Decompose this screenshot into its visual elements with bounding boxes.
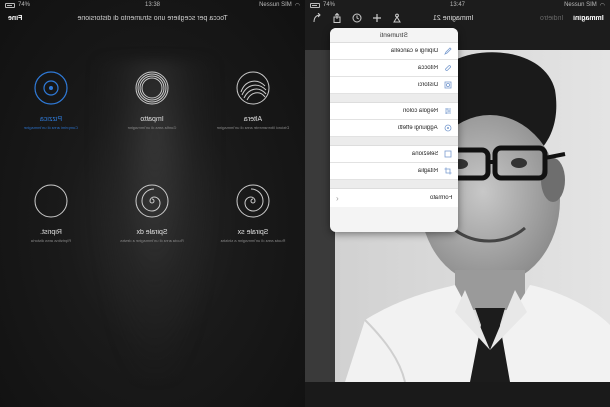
add-icon[interactable]	[371, 12, 383, 24]
bandage-icon	[444, 64, 452, 72]
tool-desc: Ripristina area distorta	[30, 238, 72, 243]
done-button[interactable]: Fine	[8, 15, 22, 22]
chevron-icon: ›	[336, 193, 339, 203]
history-icon[interactable]	[351, 12, 363, 24]
crop-icon	[444, 167, 452, 175]
menu-item-crop[interactable]: Ritaglia	[330, 163, 458, 180]
tool-name: Impatto	[140, 116, 164, 123]
images-tab[interactable]: Immagini	[573, 15, 604, 22]
restore-icon	[34, 184, 68, 218]
pinch-icon	[34, 71, 68, 105]
menu-item-distort[interactable]: Distorci	[330, 77, 458, 94]
tool-impatto[interactable]: Impatto Gonfia area di un'immagine	[107, 70, 197, 130]
status-time: 13:47	[449, 2, 465, 8]
menu-item-format[interactable]: › Formato	[330, 189, 458, 207]
menu-item-paint[interactable]: Dipingi e cancella	[330, 43, 458, 60]
menu-separator	[330, 180, 458, 189]
tool-desc: Ruota area di un'immagine a destra	[120, 238, 184, 243]
effects-icon	[444, 124, 452, 132]
menu-item-effects[interactable]: Aggiungi effetti	[330, 120, 458, 137]
status-bar-right: 74% 13:47 Nessun SIM ◠	[305, 0, 610, 10]
bulge-icon	[135, 71, 169, 105]
share-icon[interactable]	[331, 12, 343, 24]
tool-hint: Tocca per scegliere uno strumento di dis…	[77, 14, 228, 22]
tool-altera[interactable]: Altera Distorci liberamente area di un'i…	[208, 70, 298, 130]
distort-icon	[444, 81, 452, 89]
menu-item-select[interactable]: Seleziona	[330, 146, 458, 163]
tool-pizzica[interactable]: Pizzica Comprimi area di un'immagine	[6, 70, 96, 130]
tool-desc: Ruota area di un'immagine a sinistra	[220, 238, 286, 243]
menu-separator	[330, 94, 458, 103]
image-title: Immagine 21	[433, 14, 474, 22]
menu-item-adjust-colors[interactable]: Regola colori	[330, 103, 458, 120]
tool-name: Pizzica	[39, 116, 63, 123]
spiral-left-icon	[236, 184, 270, 218]
status-bar-left: 74% 13:38 Nessun SIM ◠	[0, 0, 305, 10]
pencil-icon	[444, 47, 452, 55]
spiral-right-icon	[135, 184, 169, 218]
tool-desc: Comprimi area di un'immagine	[23, 125, 79, 130]
tool-name: Altera	[243, 116, 263, 123]
bottom-bar	[305, 382, 610, 407]
tool-name: Riprist.	[40, 229, 62, 236]
tool-desc: Gonfia area di un'immagine	[127, 125, 177, 130]
warp-icon	[236, 71, 270, 105]
status-time: 13:38	[144, 2, 160, 8]
distort-toolbar: Tocca per scegliere uno strumento di dis…	[0, 10, 305, 26]
tool-spirale-sx[interactable]: Spirale sx Ruota area di un'immagine a s…	[208, 183, 298, 243]
photo-editor-screen: 74% 13:47 Nessun SIM ◠ Immagine 21 Indie…	[305, 0, 610, 407]
back-tab[interactable]: Indietro	[540, 15, 563, 22]
distort-tools-screen: 74% 13:38 Nessun SIM ◠ Tocca per sceglie…	[0, 0, 305, 407]
brush-icon[interactable]	[391, 12, 403, 24]
tool-name: Spirale sx	[237, 229, 269, 236]
tool-desc: Distorci liberamente area di un'immagine	[216, 125, 290, 130]
selection-icon	[444, 150, 452, 158]
menu-item-retouch[interactable]: Ritocca	[330, 60, 458, 77]
tool-name: Spirale dx	[136, 229, 168, 236]
sliders-icon	[444, 107, 452, 115]
tool-spirale-dx[interactable]: Spirale dx Ruota area di un'immagine a d…	[107, 183, 197, 243]
back-curve-icon[interactable]	[311, 12, 323, 24]
menu-separator	[330, 137, 458, 146]
editor-toolbar: Immagine 21 Indietro Immagini	[305, 10, 610, 26]
tool-ripristina[interactable]: Riprist. Ripristina area distorta	[6, 183, 96, 243]
nav-tabs: Indietro Immagini	[540, 15, 604, 22]
tools-popover: Strumenti Dipingi e cancella Ritocca Dis…	[330, 28, 458, 232]
